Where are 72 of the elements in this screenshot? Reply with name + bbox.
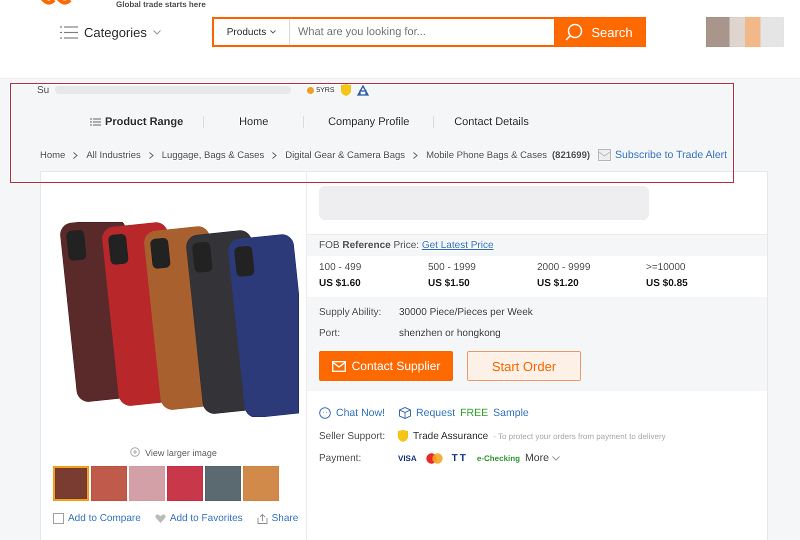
breadcrumb-link[interactable]: All Industries (86, 150, 141, 160)
chevron-right-icon (73, 152, 78, 158)
seller-support-label: Seller Support: (319, 430, 386, 442)
chevron-right-icon (148, 152, 154, 158)
fob-price-label: FOB Reference Price: (319, 240, 420, 251)
payment-method: TT (452, 452, 468, 464)
mail-icon (598, 149, 612, 161)
quantity-range: 2000 - 9999 (537, 262, 592, 273)
nav-tab[interactable]: Company Profile (304, 116, 434, 128)
tier-price: US $0.85 (646, 278, 689, 289)
add-to-compare-link[interactable]: Add to Compare (53, 513, 141, 524)
request-sample-link[interactable]: Request FREE Sample (399, 407, 529, 419)
tier-price: US $1.20 (537, 278, 580, 289)
avatar-placeholder[interactable] (706, 17, 784, 47)
chevron-right-icon (413, 152, 418, 158)
shield-icon (398, 430, 408, 442)
add-to-favorites-link[interactable]: Add to Favorites (154, 513, 243, 524)
tier-price: US $1.50 (428, 278, 471, 289)
breadcrumb-link[interactable]: Digital Gear & Camera Bags (285, 150, 406, 160)
search-bar[interactable]: Products What are you looking for... Search (212, 17, 646, 47)
chevron-down-icon (552, 456, 560, 461)
heart-icon (154, 514, 166, 523)
breadcrumb-link[interactable]: Luggage, Bags & Cases (162, 150, 264, 160)
mail-icon (332, 360, 346, 372)
checkbox[interactable] (53, 513, 64, 524)
get-latest-price-link[interactable]: Get Latest Price (422, 240, 494, 251)
view-larger-link[interactable]: View larger image (130, 447, 217, 458)
chat-now-link[interactable]: Chat Now! (319, 407, 386, 419)
subscribe-link[interactable]: Subscribe to Trade Alert (615, 149, 728, 161)
box-icon (399, 407, 412, 419)
categories-button[interactable]: Categories (60, 24, 212, 40)
quantity-range: >=10000 (646, 262, 686, 273)
search-icon (565, 23, 584, 41)
more-dropdown[interactable]: More (525, 452, 560, 464)
shield-icon (340, 84, 351, 96)
trade-assurance-label[interactable]: Trade Assurance (413, 430, 488, 442)
thumbnail-image[interactable] (243, 466, 279, 501)
thumbnail-image[interactable] (129, 466, 165, 501)
chevron-right-icon (272, 152, 278, 158)
breadcrumb-link[interactable]: Home (40, 150, 66, 160)
quantity-range: 100 - 499 (319, 262, 362, 273)
quantity-range: 500 - 1999 (428, 262, 477, 273)
chevron-down-icon (270, 30, 276, 34)
chevron-down-icon (152, 30, 161, 34)
nav-tab[interactable]: Product Range (70, 116, 204, 128)
detail-value: 30000 Piece/Pieces per Week (399, 307, 533, 318)
share-icon (256, 514, 268, 524)
product-count: (821699) (552, 150, 590, 160)
thumbnail-image[interactable] (91, 466, 127, 501)
tagline: Global trade starts here (116, 0, 206, 9)
chat-icon (319, 407, 331, 419)
thumbnail-image[interactable] (205, 466, 241, 501)
card-logo-icon (426, 452, 443, 464)
share-link[interactable]: Share (256, 513, 298, 524)
tier-price: US $1.60 (319, 278, 362, 289)
detail-label: Supply Ability: (319, 307, 382, 318)
payment-method: VISA (398, 454, 417, 462)
menu-icon (60, 26, 78, 38)
trade-assurance-note: - To protect your orders from payment to delivery (493, 432, 666, 440)
detail-value: shenzhen or hongkong (399, 328, 501, 339)
supplier-name[interactable]: Su (37, 84, 50, 96)
thumbnail-image[interactable] (53, 466, 89, 501)
detail-label: Port: (319, 328, 342, 339)
list-icon (90, 118, 101, 126)
nav-tab[interactable]: Home (204, 116, 304, 128)
thumbnail-image[interactable] (167, 466, 203, 501)
nav-tab[interactable]: Contact Details (434, 116, 549, 128)
breadcrumb-link[interactable]: Mobile Phone Bags & Cases (426, 150, 547, 160)
logo-icon[interactable] (40, 0, 72, 6)
payment-method: e-Checking (476, 454, 520, 462)
zoom-in-icon (130, 447, 142, 458)
payment-label: Payment: (319, 452, 362, 464)
